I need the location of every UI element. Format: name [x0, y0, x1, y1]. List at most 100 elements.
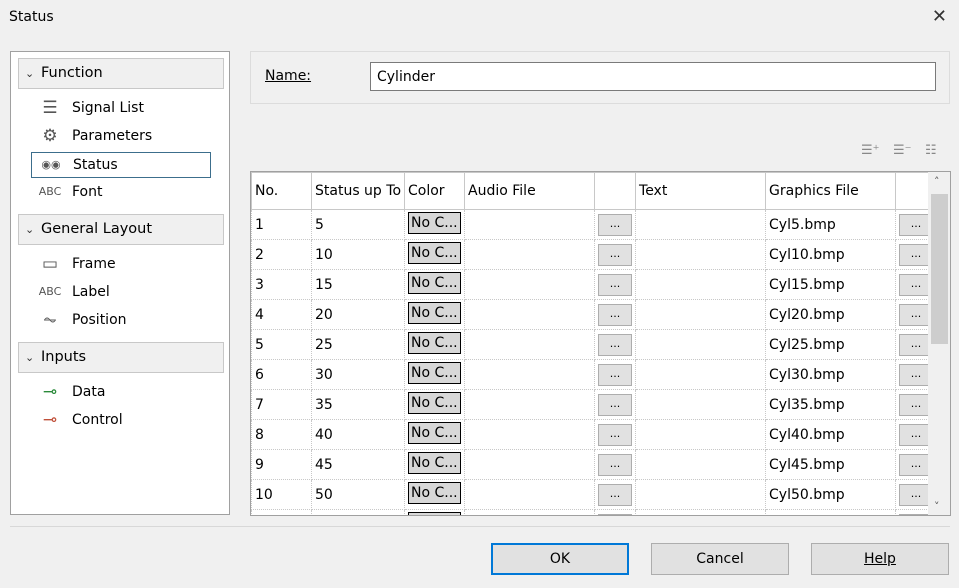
remove-row-icon[interactable]: ☰⁻ — [893, 143, 912, 158]
sidebar-item-signal-list[interactable]: ☰ Signal List — [31, 96, 211, 122]
table-row[interactable]: 7 35 No C... ... Cyl35.bmp ... — [251, 389, 938, 420]
audio-file-cell[interactable] — [464, 479, 596, 510]
column-header[interactable]: Audio File — [464, 172, 596, 210]
close-icon[interactable]: ✕ — [932, 6, 947, 27]
text-cell[interactable] — [635, 479, 767, 510]
table-row[interactable]: 5 25 No C... ... Cyl25.bmp ... — [251, 329, 938, 360]
status-up-to-cell[interactable]: 20 — [310, 299, 406, 330]
color-button[interactable]: No C... — [408, 511, 462, 515]
table-row[interactable]: No C... ... ... — [251, 509, 938, 515]
column-header[interactable] — [594, 172, 637, 210]
graphics-file-cell[interactable]: Cyl30.bmp — [765, 359, 897, 390]
ok-button[interactable]: OK — [491, 543, 629, 575]
audio-file-cell[interactable] — [464, 509, 596, 515]
column-header[interactable]: No. — [251, 172, 312, 210]
table-row[interactable]: 3 15 No C... ... Cyl15.bmp ... — [251, 269, 938, 300]
column-header[interactable]: Status up To — [310, 172, 406, 210]
audio-file-cell[interactable] — [464, 359, 596, 390]
status-up-to-cell[interactable]: 25 — [310, 329, 406, 360]
graphics-file-cell[interactable]: Cyl25.bmp — [765, 329, 897, 360]
sidebar-item-frame[interactable]: ▭ Frame — [31, 252, 211, 278]
status-up-to-cell[interactable] — [310, 509, 406, 515]
graphics-file-cell[interactable]: Cyl5.bmp — [765, 209, 897, 240]
table-row[interactable]: 1 5 No C... ... Cyl5.bmp ... — [251, 209, 938, 240]
audio-file-cell[interactable] — [464, 329, 596, 360]
audio-file-cell[interactable] — [464, 299, 596, 330]
graphics-file-cell[interactable]: Cyl45.bmp — [765, 449, 897, 480]
text-cell[interactable] — [635, 389, 767, 420]
audio-browse-button[interactable]: ... — [598, 243, 633, 266]
audio-file-cell[interactable] — [464, 389, 596, 420]
audio-browse-button[interactable]: ... — [598, 213, 633, 236]
cancel-button[interactable]: Cancel — [651, 543, 789, 575]
audio-file-cell[interactable] — [464, 239, 596, 270]
table-row[interactable]: 2 10 No C... ... Cyl10.bmp ... — [251, 239, 938, 270]
status-up-to-cell[interactable]: 50 — [310, 479, 406, 510]
audio-file-cell[interactable] — [464, 209, 596, 240]
audio-browse-button[interactable]: ... — [598, 273, 633, 296]
color-button[interactable]: No C... — [408, 211, 462, 234]
table-row[interactable]: 4 20 No C... ... Cyl20.bmp ... — [251, 299, 938, 330]
text-cell[interactable] — [635, 359, 767, 390]
color-button[interactable]: No C... — [408, 361, 462, 384]
table-row[interactable]: 6 30 No C... ... Cyl30.bmp ... — [251, 359, 938, 390]
text-cell[interactable] — [635, 209, 767, 240]
help-button[interactable]: Help — [811, 543, 949, 575]
sidebar-item-parameters[interactable]: ⚙ Parameters — [31, 124, 211, 150]
text-cell[interactable] — [635, 239, 767, 270]
audio-file-cell[interactable] — [464, 269, 596, 300]
color-button[interactable]: No C... — [408, 451, 462, 474]
sidebar-item-label[interactable]: ABC Label — [31, 280, 211, 306]
section-function[interactable]: ⌄ Function — [18, 58, 224, 89]
name-input[interactable] — [370, 62, 936, 91]
text-cell[interactable] — [635, 509, 767, 515]
column-header[interactable]: Graphics File — [765, 172, 897, 210]
sidebar-item-control[interactable]: ⊸ Control — [31, 408, 211, 434]
text-cell[interactable] — [635, 269, 767, 300]
graphics-file-cell[interactable]: Cyl10.bmp — [765, 239, 897, 270]
status-up-to-cell[interactable]: 5 — [310, 209, 406, 240]
sidebar-item-status[interactable]: ◉◉ Status — [31, 152, 211, 178]
status-up-to-cell[interactable]: 15 — [310, 269, 406, 300]
column-header[interactable]: Text — [635, 172, 767, 210]
table-row[interactable]: 10 50 No C... ... Cyl50.bmp ... — [251, 479, 938, 510]
color-button[interactable]: No C... — [408, 271, 462, 294]
sidebar-item-font[interactable]: ABC Font — [31, 180, 211, 206]
graphics-file-cell[interactable]: Cyl20.bmp — [765, 299, 897, 330]
graphics-file-cell[interactable]: Cyl35.bmp — [765, 389, 897, 420]
section-general-layout[interactable]: ⌄ General Layout — [18, 214, 224, 245]
section-inputs[interactable]: ⌄ Inputs — [18, 342, 224, 373]
text-cell[interactable] — [635, 329, 767, 360]
audio-browse-button[interactable]: ... — [598, 423, 633, 446]
table-row[interactable]: 9 45 No C... ... Cyl45.bmp ... — [251, 449, 938, 480]
audio-browse-button[interactable]: ... — [598, 333, 633, 356]
text-cell[interactable] — [635, 449, 767, 480]
vertical-scrollbar[interactable]: ˄ ˅ — [928, 172, 950, 515]
color-button[interactable]: No C... — [408, 391, 462, 414]
color-button[interactable]: No C... — [408, 241, 462, 264]
audio-file-cell[interactable] — [464, 449, 596, 480]
text-cell[interactable] — [635, 299, 767, 330]
color-button[interactable]: No C... — [408, 301, 462, 324]
color-button[interactable]: No C... — [408, 421, 462, 444]
scrollbar-thumb[interactable] — [931, 194, 948, 344]
table-row[interactable]: 8 40 No C... ... Cyl40.bmp ... — [251, 419, 938, 450]
graphics-file-cell[interactable]: Cyl50.bmp — [765, 479, 897, 510]
audio-browse-button[interactable]: ... — [598, 483, 633, 506]
graphics-file-cell[interactable]: Cyl15.bmp — [765, 269, 897, 300]
audio-browse-button[interactable]: ... — [598, 393, 633, 416]
color-button[interactable]: No C... — [408, 481, 462, 504]
status-up-to-cell[interactable]: 35 — [310, 389, 406, 420]
graphics-file-cell[interactable]: Cyl40.bmp — [765, 419, 897, 450]
column-header[interactable]: Color — [404, 172, 466, 210]
graphics-file-cell[interactable] — [765, 509, 897, 515]
status-up-to-cell[interactable]: 10 — [310, 239, 406, 270]
audio-file-cell[interactable] — [464, 419, 596, 450]
color-button[interactable]: No C... — [408, 331, 462, 354]
audio-browse-button[interactable]: ... — [598, 303, 633, 326]
audio-browse-button[interactable]: ... — [598, 363, 633, 386]
audio-browse-button[interactable]: ... — [598, 453, 633, 476]
status-up-to-cell[interactable]: 30 — [310, 359, 406, 390]
text-cell[interactable] — [635, 419, 767, 450]
status-up-to-cell[interactable]: 45 — [310, 449, 406, 480]
